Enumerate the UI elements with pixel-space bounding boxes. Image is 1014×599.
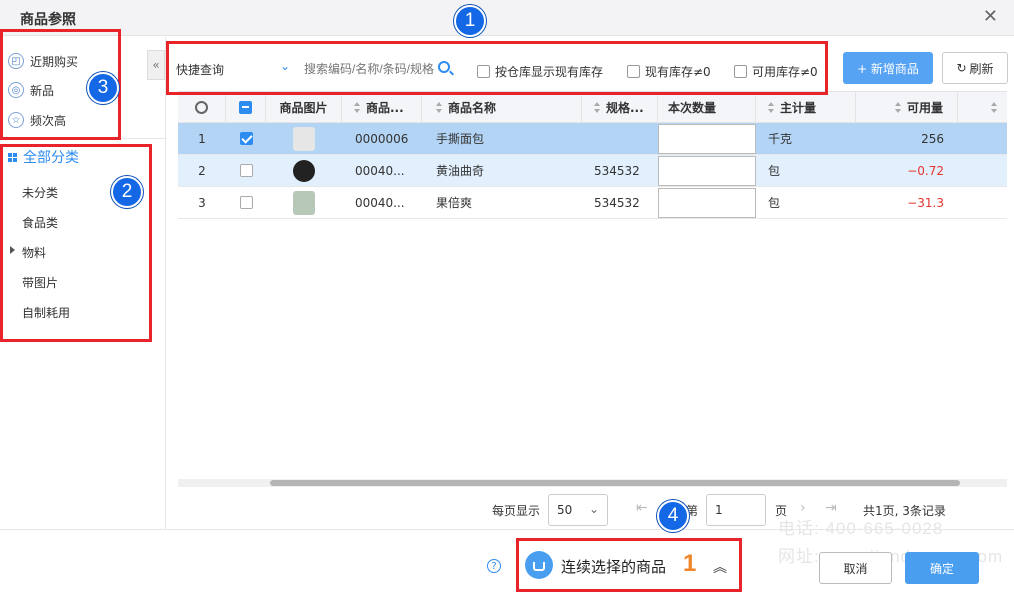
gear-icon[interactable] (195, 101, 208, 114)
row-checkbox-cell[interactable] (226, 187, 266, 218)
sort-icon[interactable] (991, 101, 998, 114)
product-thumbnail (293, 190, 315, 215)
header-code-label: 商品... (366, 101, 404, 115)
row-checkbox[interactable] (239, 132, 253, 145)
sort-icon[interactable] (354, 101, 361, 114)
help-icon[interactable]: ? (487, 559, 501, 573)
sort-icon[interactable] (436, 101, 443, 114)
header-code[interactable]: 商品... (342, 92, 422, 123)
highlight-box-2 (0, 144, 152, 342)
row-index: 1 (198, 131, 206, 146)
table-header: 商品图片 商品... 商品名称 规格... 本次数量 主计量 可用量 (178, 91, 1007, 123)
product-spec: 534532 (594, 195, 640, 210)
product-name: 黄油曲奇 (436, 164, 485, 178)
product-thumbnail (293, 159, 315, 182)
sort-icon[interactable] (768, 101, 775, 114)
dialog-title: 商品参照 (20, 12, 76, 28)
table-row[interactable]: 3 00040... 果倍爽 534532 包 −31.3 (178, 187, 1007, 219)
first-page-icon[interactable]: ⇤ (636, 500, 648, 516)
header-qty: 本次数量 (658, 92, 756, 123)
row-index: 3 (198, 195, 206, 210)
select-all-checkbox[interactable] (239, 101, 252, 114)
highlight-box-4 (516, 538, 742, 592)
product-name: 果倍爽 (436, 196, 473, 210)
annotation-badge-4: 4 (657, 500, 689, 532)
highlight-box-1 (166, 41, 828, 95)
product-image-cell (266, 187, 342, 218)
page-size-value: 50 (557, 503, 573, 517)
product-thumbnail (293, 126, 315, 151)
header-spec-label: 规格... (606, 101, 644, 115)
header-spec[interactable]: 规格... (582, 92, 658, 123)
quantity-input[interactable] (658, 187, 756, 218)
quantity-input[interactable] (658, 123, 756, 154)
select-all-cell[interactable] (226, 92, 266, 123)
annotation-badge-2: 2 (111, 176, 143, 208)
refresh-button[interactable]: ↻ 刷新 (942, 52, 1008, 84)
header-available[interactable]: 可用量 (856, 92, 958, 123)
watermark-phone: 电话: 400-665-0028 (778, 519, 944, 538)
product-unit: 包 (768, 164, 781, 178)
refresh-label: 刷新 (969, 61, 994, 76)
page-size-select[interactable]: 50 ⌄ (548, 494, 608, 526)
cancel-button[interactable]: 取消 (819, 552, 892, 584)
chevron-down-icon: ⌄ (588, 502, 599, 516)
row-checkbox[interactable] (239, 196, 253, 209)
product-image-cell (266, 123, 342, 154)
product-spec (582, 123, 658, 154)
row-checkbox-cell[interactable] (226, 155, 266, 186)
row-index: 2 (198, 163, 206, 178)
add-product-button[interactable]: + 新增商品 (843, 52, 933, 84)
header-available-label: 可用量 (906, 101, 943, 115)
close-icon[interactable]: ✕ (983, 8, 998, 26)
confirm-button[interactable]: 确定 (905, 552, 979, 584)
header-unit[interactable]: 主计量 (756, 92, 856, 123)
page-number-input[interactable]: 1 (706, 494, 766, 526)
product-code: 0000006 (355, 131, 409, 146)
footer-divider (0, 529, 1014, 530)
page-number-value: 1 (715, 503, 723, 517)
qty-cell (658, 187, 756, 218)
annotation-badge-1: 1 (454, 5, 486, 37)
header-name-label: 商品名称 (448, 101, 497, 115)
available-qty: −31.3 (907, 195, 944, 210)
product-spec: 534532 (594, 163, 640, 178)
quantity-input[interactable] (658, 155, 756, 186)
header-image: 商品图片 (266, 92, 342, 123)
table-row[interactable]: 1 0000006 手撕面包 千克 256 (178, 123, 1007, 155)
product-code: 00040... (355, 163, 405, 178)
product-unit: 千克 (768, 132, 793, 146)
qty-cell (658, 155, 756, 186)
product-name: 手撕面包 (436, 132, 485, 146)
annotation-badge-3: 3 (87, 72, 119, 104)
product-image-cell (266, 155, 342, 186)
product-unit: 包 (768, 196, 781, 210)
refresh-icon: ↻ (956, 61, 967, 75)
dialog-titlebar: 商品参照 ✕ (0, 0, 1014, 36)
horizontal-scrollbar[interactable] (178, 479, 1007, 487)
collapse-panel-button[interactable]: « (147, 50, 165, 80)
row-checkbox-cell[interactable] (226, 123, 266, 154)
scrollbar-thumb[interactable] (270, 480, 960, 486)
available-qty: −0.72 (907, 163, 944, 178)
column-settings[interactable] (178, 92, 226, 123)
header-unit-label: 主计量 (780, 101, 817, 115)
row-checkbox[interactable] (239, 164, 253, 177)
product-code: 00040... (355, 195, 405, 210)
available-qty: 256 (921, 131, 944, 146)
page-size-label: 每页显示 (492, 503, 541, 518)
sort-icon[interactable] (594, 101, 601, 114)
table-row[interactable]: 2 00040... 黄油曲奇 534532 包 −0.72 (178, 155, 1007, 187)
header-more[interactable] (958, 92, 1007, 123)
sort-icon[interactable] (894, 101, 902, 114)
qty-cell (658, 123, 756, 154)
header-name[interactable]: 商品名称 (422, 92, 582, 123)
